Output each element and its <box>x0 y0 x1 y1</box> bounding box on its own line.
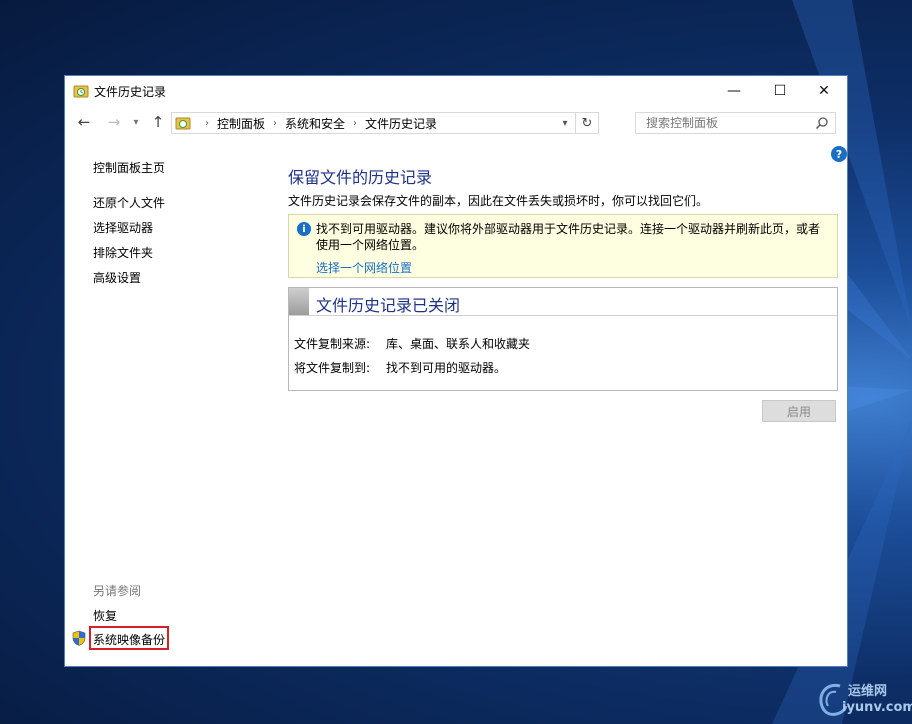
recent-locations-chevron-icon[interactable]: ▾ <box>129 111 143 133</box>
back-button[interactable]: ← <box>73 111 95 133</box>
info-icon: i <box>297 222 311 236</box>
control-panel-icon <box>175 117 191 130</box>
search-icon[interactable] <box>815 116 829 130</box>
status-off-indicator <box>289 288 309 315</box>
exclude-folders-link[interactable]: 排除文件夹 <box>93 244 153 261</box>
restore-personal-files-link[interactable]: 还原个人文件 <box>93 194 165 211</box>
breadcrumb-separator: › <box>205 117 209 129</box>
status-title: 文件历史记录已关闭 <box>316 296 461 315</box>
refresh-button[interactable]: ↻ <box>575 113 598 133</box>
address-dropdown-chevron-icon[interactable]: ▾ <box>558 115 572 131</box>
navigation-bar: ← → ▾ ↑ › 控制面板 › 系统和安全 › 文件历史记录 ▾ ↻ <box>65 109 847 137</box>
up-button[interactable]: ↑ <box>147 111 169 133</box>
copy-destination-value: 找不到可用的驱动器。 <box>386 361 507 375</box>
help-icon[interactable]: ? <box>831 146 847 162</box>
watermark-cn-text: 运维网 <box>848 684 888 699</box>
search-box[interactable] <box>635 112 836 134</box>
maximize-button[interactable]: ☐ <box>757 76 803 106</box>
copy-source-value: 库、桌面、联系人和收藏夹 <box>386 337 531 351</box>
file-history-status-panel: 文件历史记录已关闭 文件复制来源: 库、桌面、联系人和收藏夹 将文件复制到: 找… <box>288 287 838 391</box>
address-bar[interactable]: › 控制面板 › 系统和安全 › 文件历史记录 ▾ ↻ <box>171 112 599 134</box>
watermark-en-text: iyunv.com <box>842 700 912 715</box>
advanced-settings-link[interactable]: 高级设置 <box>93 269 141 286</box>
select-network-location-link[interactable]: 选择一个网络位置 <box>316 259 412 276</box>
copy-destination-label: 将文件复制到: <box>294 361 371 375</box>
breadcrumb: › 控制面板 › 系统和安全 › 文件历史记录 <box>197 115 437 132</box>
system-image-backup-link[interactable]: 系统映像备份 <box>93 631 165 648</box>
info-message-box: i 找不到可用驱动器。建议你将外部驱动器用于文件历史记录。连接一个驱动器并刷新此… <box>288 214 838 278</box>
title-bar[interactable]: 文件历史记录 — ☐ ✕ <box>65 76 847 106</box>
page-description: 文件历史记录会保存文件的副本，因此在文件丢失或损坏时，你可以找回它们。 <box>288 194 709 208</box>
breadcrumb-file-history[interactable]: 文件历史记录 <box>365 115 437 132</box>
enable-button[interactable]: 启用 <box>762 400 836 422</box>
watermark: 运维网 iyunv.com <box>808 676 912 724</box>
forward-button[interactable]: → <box>103 111 125 133</box>
select-drive-link[interactable]: 选择驱动器 <box>93 219 153 236</box>
file-history-app-icon <box>73 85 89 98</box>
control-panel-home-link[interactable]: 控制面板主页 <box>93 159 165 176</box>
see-also-heading: 另请参阅 <box>93 584 142 598</box>
page-title: 保留文件的历史记录 <box>288 168 433 187</box>
uac-shield-icon <box>72 630 86 646</box>
divider <box>289 315 837 316</box>
recovery-link[interactable]: 恢复 <box>93 607 117 624</box>
file-history-window: 文件历史记录 — ☐ ✕ ← → ▾ ↑ › 控制面板 › 系统和安全 › 文件… <box>64 75 848 667</box>
search-input[interactable] <box>644 115 818 131</box>
minimize-button[interactable]: — <box>711 76 757 106</box>
breadcrumb-separator: › <box>353 117 358 129</box>
window-title: 文件历史记录 <box>94 85 167 99</box>
breadcrumb-control-panel[interactable]: 控制面板 <box>217 115 265 132</box>
info-message-text: 找不到可用驱动器。建议你将外部驱动器用于文件历史记录。连接一个驱动器并刷新此页，… <box>316 222 821 252</box>
copy-source-label: 文件复制来源: <box>294 337 371 351</box>
breadcrumb-separator: › <box>273 117 278 129</box>
close-button[interactable]: ✕ <box>801 76 847 106</box>
breadcrumb-system-security[interactable]: 系统和安全 <box>285 115 345 132</box>
